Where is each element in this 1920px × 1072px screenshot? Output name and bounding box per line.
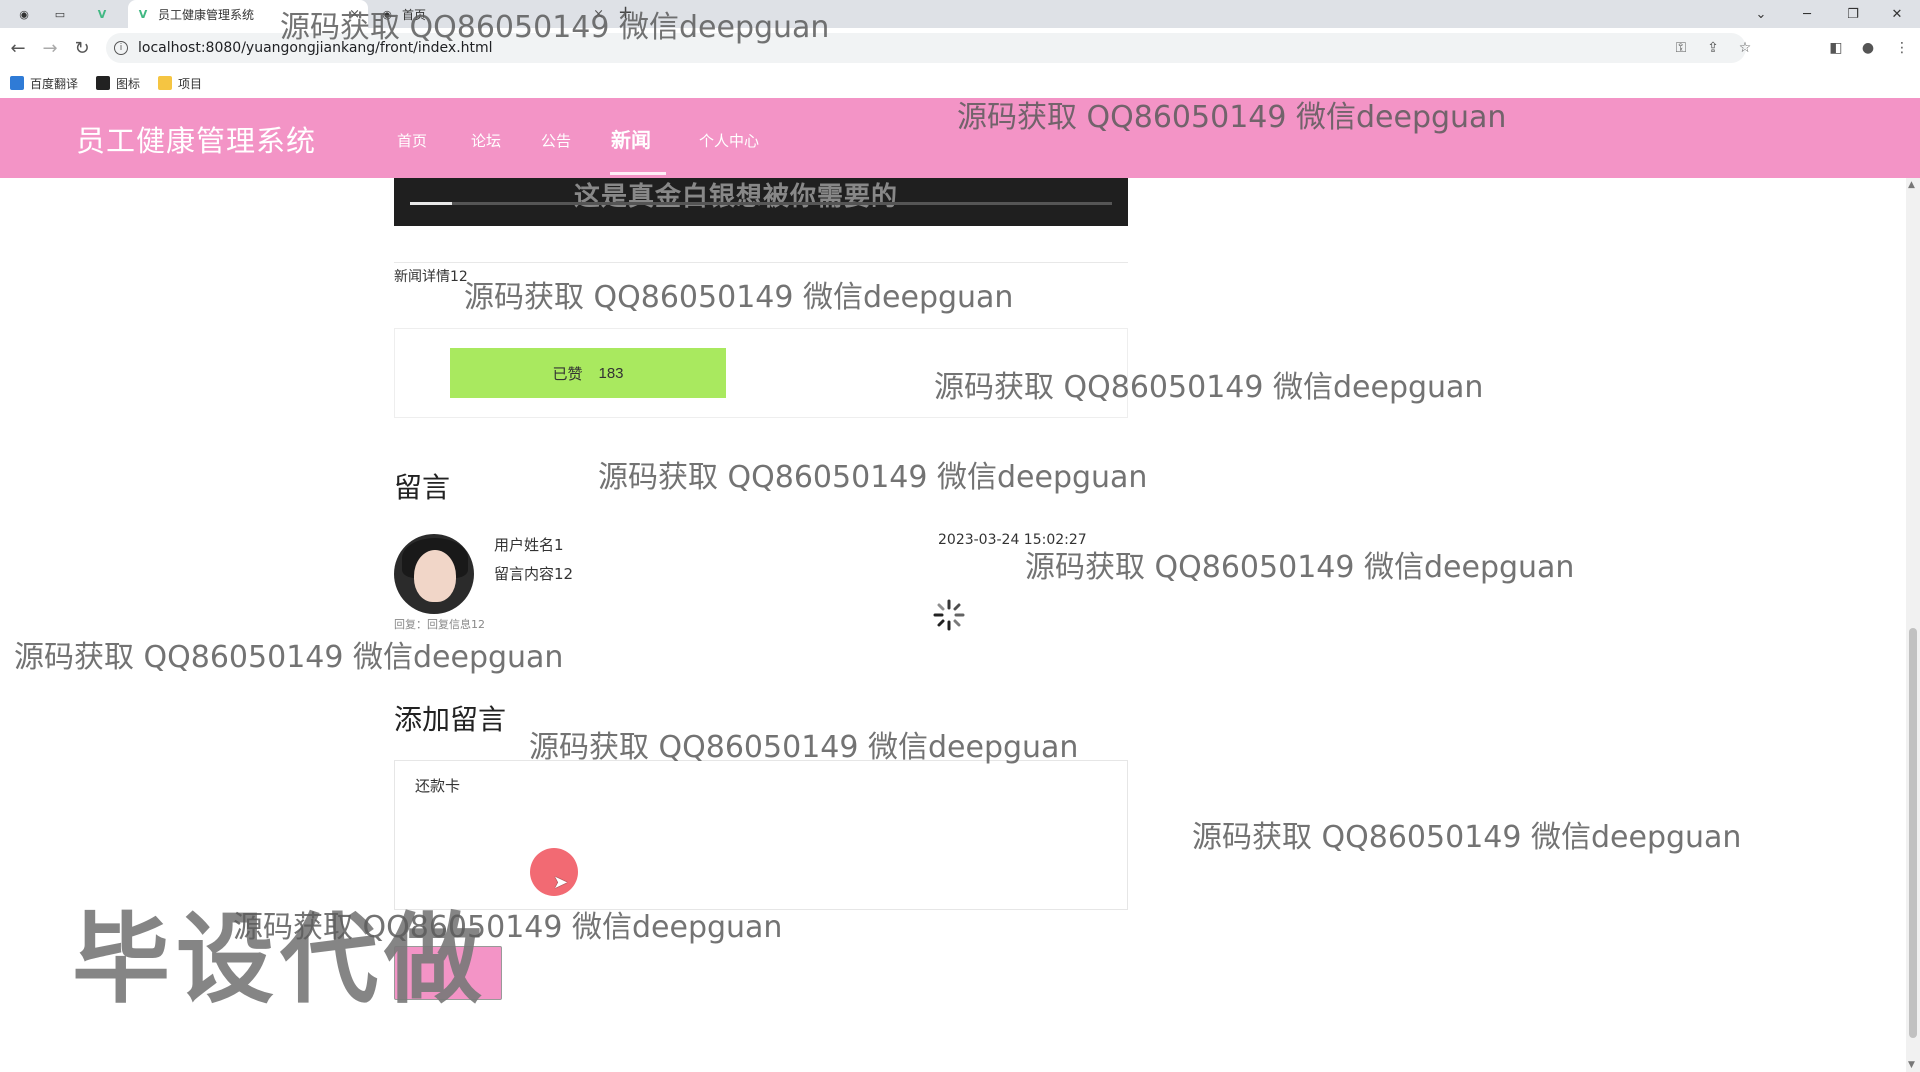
bookmark-star-icon[interactable]: ☆ bbox=[1732, 33, 1758, 63]
bookmark-item[interactable]: 项目 bbox=[158, 75, 202, 92]
video-caption: 这是真金白银想被你需要的 bbox=[574, 182, 899, 212]
comment-time: 2023-03-24 15:02:27 bbox=[938, 532, 1087, 548]
promo-watermark: 毕设代做 bbox=[72, 903, 489, 1017]
watermark: 源码获取 QQ86050149 微信deepguan bbox=[464, 280, 1014, 315]
reload-icon[interactable]: ↻ bbox=[70, 36, 94, 60]
nav-news[interactable]: 新闻 bbox=[611, 124, 651, 153]
browser-tabstrip: ◉ ▭ V V 员工健康管理系统 × ◉ 首页 × + ⌄ ─ ❐ ✕ bbox=[0, 0, 1920, 28]
scroll-down-icon[interactable]: ▼ bbox=[1908, 1060, 1915, 1070]
watermark: 源码获取 QQ86050149 微信deepguan bbox=[14, 640, 564, 675]
tab-close-icon[interactable]: × bbox=[349, 7, 360, 22]
video-progress[interactable] bbox=[410, 202, 1112, 205]
loading-spinner-icon bbox=[933, 599, 965, 631]
blank-page-icon: ▭ bbox=[54, 7, 66, 21]
nav-notice[interactable]: 公告 bbox=[541, 130, 571, 151]
nav-profile[interactable]: 个人中心 bbox=[699, 130, 759, 151]
forward-icon[interactable]: → bbox=[38, 36, 62, 60]
watermark: 源码获取 QQ86050149 微信deepguan bbox=[1192, 820, 1742, 855]
divider bbox=[394, 262, 1128, 263]
page-scrollbar[interactable]: ▲ ▼ bbox=[1906, 178, 1920, 1072]
tab-pinned-3[interactable]: V bbox=[86, 0, 118, 28]
like-count: 183 bbox=[598, 364, 624, 382]
folder-icon bbox=[158, 76, 173, 90]
address-bar-row: ← → ↻ i localhost:8080/yuangongjiankang/… bbox=[0, 28, 1920, 68]
like-button[interactable]: 已赞 183 bbox=[450, 348, 726, 398]
password-key-icon[interactable]: ⚿ bbox=[1668, 33, 1694, 63]
nav-home[interactable]: 首页 bbox=[397, 130, 427, 151]
tab-second[interactable]: ◉ 首页 × bbox=[372, 0, 612, 28]
back-icon[interactable]: ← bbox=[6, 36, 30, 60]
comment-user-name: 用户姓名1 bbox=[494, 536, 564, 554]
add-comment-heading: 添加留言 bbox=[394, 703, 507, 736]
new-tab-button[interactable]: + bbox=[618, 2, 633, 23]
site-info-icon[interactable]: i bbox=[114, 41, 128, 55]
menu-kebab-icon[interactable]: ⋮ bbox=[1890, 36, 1914, 60]
restore-icon[interactable]: ❐ bbox=[1830, 0, 1876, 28]
video-player[interactable]: 这是真金白银想被你需要的 bbox=[394, 178, 1128, 226]
bookmark-item[interactable]: 百度翻译 bbox=[10, 75, 78, 92]
image-icon bbox=[96, 76, 111, 90]
share-icon[interactable]: ⇪ bbox=[1700, 33, 1726, 63]
tab-search-icon[interactable]: ⌄ bbox=[1738, 0, 1784, 28]
tab-close-icon[interactable]: × bbox=[593, 7, 604, 22]
comment-content: 留言内容12 bbox=[494, 565, 574, 583]
omnibox[interactable]: i localhost:8080/yuangongjiankang/front/… bbox=[106, 33, 1751, 63]
avatar bbox=[394, 534, 474, 614]
vue-logo-icon: V bbox=[138, 7, 148, 21]
minimize-icon[interactable]: ─ bbox=[1784, 0, 1830, 28]
news-detail-text: 新闻详情12 bbox=[394, 269, 468, 285]
tab-title: 首页 bbox=[402, 7, 427, 22]
bookmarks-bar: 百度翻译 图标 项目 bbox=[0, 68, 1920, 99]
scrollbar-thumb[interactable] bbox=[1909, 628, 1917, 1038]
url-text[interactable]: localhost:8080/yuangongjiankang/front/in… bbox=[138, 40, 493, 56]
watermark: 源码获取 QQ86050149 微信deepguan bbox=[1025, 550, 1575, 585]
nav-forum[interactable]: 论坛 bbox=[471, 130, 501, 151]
app-header: 员工健康管理系统 首页 论坛 公告 新闻 个人中心 bbox=[0, 98, 1920, 178]
nav-active-underline bbox=[610, 172, 666, 175]
mouse-cursor-icon: ➤ bbox=[553, 872, 569, 893]
close-window-icon[interactable]: ✕ bbox=[1874, 0, 1920, 28]
watermark: 源码获取 QQ86050149 微信deepguan bbox=[598, 460, 1148, 495]
scroll-up-icon[interactable]: ▲ bbox=[1908, 180, 1915, 190]
profile-avatar-icon[interactable]: ● bbox=[1856, 36, 1880, 60]
site-title: 员工健康管理系统 bbox=[76, 124, 317, 158]
comment-reply: 回复：回复信息12 bbox=[394, 618, 485, 631]
tab-pinned-1[interactable]: ◉ bbox=[8, 0, 40, 28]
tab-title: 员工健康管理系统 bbox=[158, 7, 255, 22]
comment-input[interactable]: 还款卡 bbox=[394, 760, 1128, 910]
tab-pinned-2[interactable]: ▭ bbox=[44, 0, 76, 28]
like-label: 已赞 bbox=[552, 365, 583, 383]
side-panel-icon[interactable]: ◧ bbox=[1824, 36, 1848, 60]
globe-icon: ◉ bbox=[382, 7, 392, 21]
bookmark-item[interactable]: 图标 bbox=[96, 75, 140, 92]
globe-icon: ◉ bbox=[19, 7, 29, 21]
comments-heading: 留言 bbox=[394, 471, 451, 504]
vue-logo-icon: V bbox=[97, 7, 107, 21]
tab-active[interactable]: V 员工健康管理系统 × bbox=[128, 0, 368, 28]
translate-icon bbox=[10, 76, 24, 90]
